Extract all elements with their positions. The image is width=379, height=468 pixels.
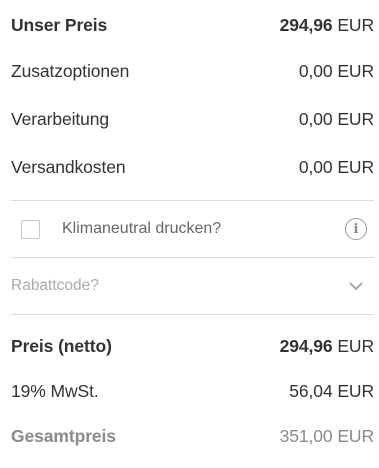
price-value: 0,00 EUR	[299, 61, 374, 82]
total-amount: 294,96	[279, 335, 333, 356]
price-row-verarbeitung: Verarbeitung 0,00 EUR	[11, 106, 374, 132]
chevron-down-icon[interactable]	[348, 278, 364, 294]
price-value: 294,96 EUR	[280, 15, 374, 36]
total-label: Gesamtpreis	[11, 425, 116, 446]
total-value: 56,04 EUR	[289, 381, 374, 402]
klimaneutral-toggle[interactable]: Klimaneutral drucken?	[11, 219, 221, 239]
price-amount: 0,00	[298, 156, 333, 177]
total-row-netto: Preis (netto) 294,96 EUR	[11, 333, 374, 359]
total-amount: 56,04	[289, 380, 333, 401]
price-value: 0,00 EUR	[299, 157, 374, 178]
klimaneutral-label[interactable]: Klimaneutral drucken?	[62, 220, 221, 238]
total-label: Preis (netto)	[11, 335, 112, 356]
price-label: Verarbeitung	[11, 108, 110, 129]
total-value: 351,00 EUR	[280, 426, 374, 447]
price-row-unser-preis: Unser Preis 294,96 EUR	[11, 12, 374, 38]
total-label: 19% MwSt.	[11, 380, 99, 401]
total-currency: EUR	[337, 425, 374, 446]
divider	[11, 314, 374, 315]
total-amount: 351,00	[279, 425, 333, 446]
total-row-gesamt: Gesamtpreis 351,00 EUR	[11, 423, 374, 449]
price-row-versandkosten: Versandkosten 0,00 EUR	[11, 154, 374, 180]
price-currency: EUR	[337, 14, 374, 35]
price-amount: 294,96	[279, 14, 333, 35]
rabattcode-dropdown[interactable]: Rabattcode?	[11, 258, 374, 314]
price-summary-panel: Unser Preis 294,96 EUR Zusatzoptionen 0,…	[11, 0, 374, 449]
total-currency: EUR	[337, 380, 374, 401]
total-currency: EUR	[337, 335, 374, 356]
price-currency: EUR	[337, 60, 374, 81]
rabattcode-placeholder[interactable]: Rabattcode?	[11, 277, 99, 295]
klimaneutral-option: Klimaneutral drucken? i	[11, 201, 374, 257]
total-row-mwst: 19% MwSt. 56,04 EUR	[11, 378, 374, 404]
price-amount: 0,00	[298, 60, 333, 81]
price-value: 0,00 EUR	[299, 109, 374, 130]
price-label: Zusatzoptionen	[11, 60, 130, 81]
price-amount: 0,00	[298, 108, 333, 129]
total-value: 294,96 EUR	[280, 336, 374, 357]
klimaneutral-checkbox[interactable]	[21, 219, 40, 239]
price-label: Unser Preis	[11, 14, 108, 35]
price-row-zusatzoptionen: Zusatzoptionen 0,00 EUR	[11, 58, 374, 84]
info-icon[interactable]: i	[345, 218, 367, 240]
price-label: Versandkosten	[11, 156, 126, 177]
price-currency: EUR	[337, 108, 374, 129]
price-currency: EUR	[337, 156, 374, 177]
